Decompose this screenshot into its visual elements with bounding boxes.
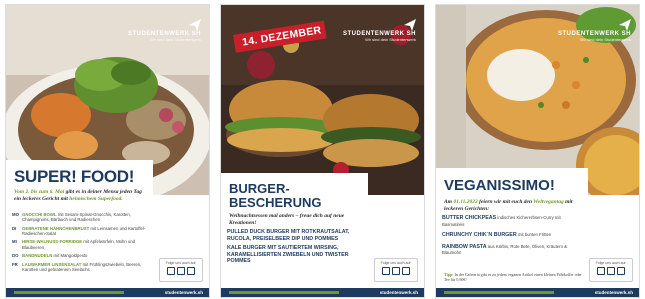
menu-card: BURGER- BESCHERUNG Weihnachtsessen mal an… [221,173,368,288]
youtube-icon[interactable] [187,267,195,275]
menu-item: DO BANDNUDELN mit Mangoldpesto [12,253,88,259]
cafeteria-tip: Tipp: In der Cafeteria gibt es zu jedem … [444,272,582,282]
youtube-icon[interactable] [402,267,410,275]
instagram-icon[interactable] [167,267,175,275]
poster-burger-bescherung[interactable]: 14. DEZEMBER STUDENTENWERK SH Wir sind d… [221,5,424,297]
facebook-icon[interactable] [607,267,615,275]
footer-accent-bar [14,291,124,294]
paper-plane-icon [404,19,416,31]
menu-item: PULLED DUCK BURGER MIT ROTKRAUTSALAT, RU… [227,229,350,242]
facebook-icon[interactable] [177,267,185,275]
paper-plane-icon [189,19,201,31]
menu-list: BUTTER CHICKPEAS indisches Kichererbsen-… [442,215,584,261]
poster-title: SUPER! FOOD! [14,167,135,186]
menu-item: MI HIRSE-WALNUSS-FORRIDGE mit Apfelwürfel… [12,239,136,250]
menu-list: PULLED DUCK BURGER MIT ROTKRAUTSALAT, RU… [227,229,365,268]
poster-footer: studentenwerk.sh [6,288,209,297]
menu-item: MO GNOCCHI BOWL mit Sesam-Spinat-Gnocchis… [12,212,131,223]
social-box: Folge uns auch auf: [159,258,203,282]
poster-footer: studentenwerk.sh [221,288,424,297]
menu-item: FR LAUWARMER LINSENSALAT mit Frühlingszwi… [12,261,142,272]
instagram-icon[interactable] [382,267,390,275]
poster-veganissimo[interactable]: STUDENTENWERK SH Wir sind dein Studenten… [436,5,639,297]
poster-intro: Vom 2. bis zum 6. Mai gibt es in deiner … [14,189,142,202]
social-box: Folge uns auch auf: [374,258,418,282]
studentenwerk-logo: STUDENTENWERK SH Wir sind dein Studenten… [558,19,631,42]
menu-card: SUPER! FOOD! Vom 2. bis zum 6. Mai gibt … [6,160,153,288]
menu-item: BUTTER CHICKPEAS indisches Kichererbsen-… [442,215,561,227]
footer-accent-bar [444,291,554,294]
poster-intro: Am 01.11.2022 feiern wir mit euch den We… [444,199,573,212]
studentenwerk-logo: STUDENTENWERK SH Wir sind dein Studenten… [128,19,201,42]
poster-footer: studentenwerk.sh [436,288,639,297]
social-box: Folge uns auch auf: [589,258,633,282]
menu-card: VEGANISSIMO! Am 01.11.2022 feiern wir mi… [436,168,588,288]
menu-item: KALE BURGER MIT SAUTIERTEM WIRSING, KARA… [227,245,349,265]
instagram-icon[interactable] [597,267,605,275]
poster-title: BURGER- BESCHERUNG [229,181,322,210]
menu-item: DI GEBRATENE HÄHNCHENBRUST mit Leinsamen … [12,225,146,237]
studentenwerk-logo: STUDENTENWERK SH Wir sind dein Studenten… [343,19,416,42]
footer-accent-bar [229,291,339,294]
menu-item: CHRUNCHY CHIK`N BURGER mit bunten Fritte… [442,231,552,238]
poster-super-food[interactable]: STUDENTENWERK SH Wir sind dein Studenten… [6,5,209,297]
poster-intro: Weihnachtsessen mal anders – freue dich … [229,213,345,226]
footer-website[interactable]: studentenwerk.sh [595,290,633,295]
footer-website[interactable]: studentenwerk.sh [165,290,203,295]
youtube-icon[interactable] [617,267,625,275]
menu-item: RAINBOW PASTA aus Kürbis, Rote Bete, Oli… [442,243,568,256]
paper-plane-icon [619,19,631,31]
facebook-icon[interactable] [392,267,400,275]
poster-title: VEGANISSIMO! [444,177,555,194]
menu-list: MO GNOCCHI BOWL mit Sesam-Spinat-Gnocchis… [12,212,150,275]
footer-website[interactable]: studentenwerk.sh [380,290,418,295]
